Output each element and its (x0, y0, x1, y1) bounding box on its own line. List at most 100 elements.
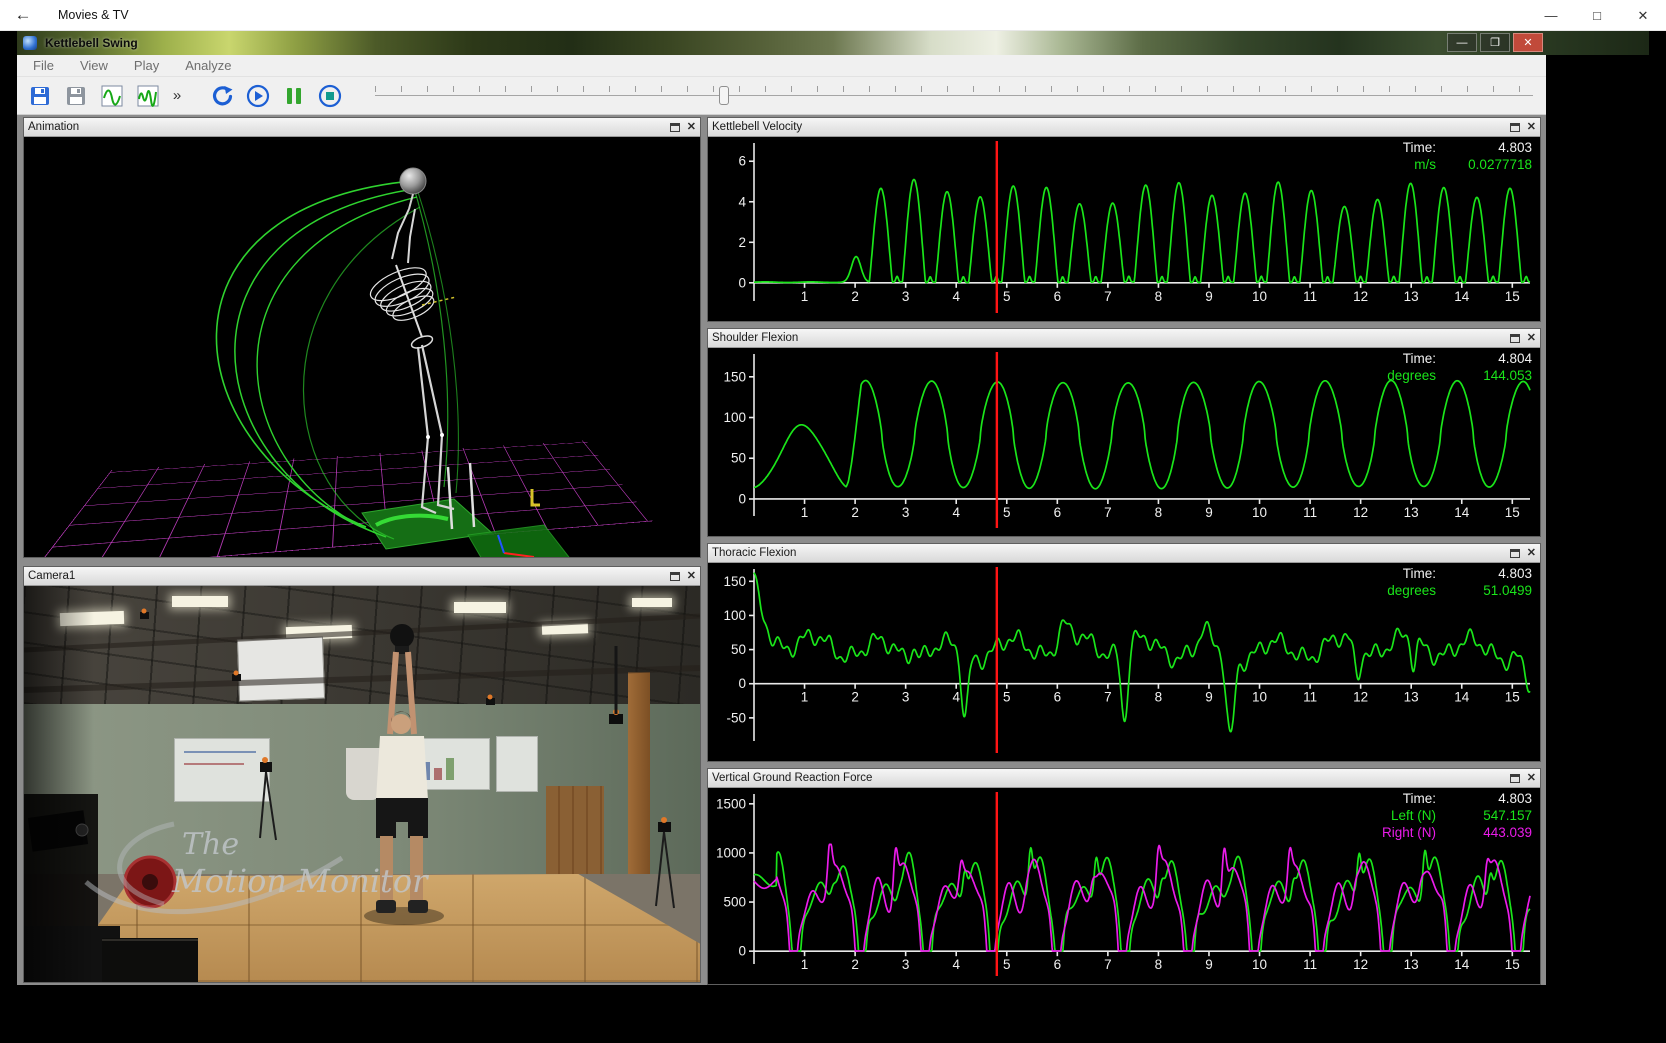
save-button[interactable] (25, 82, 55, 110)
x-tick-label: 8 (1155, 957, 1163, 972)
x-tick-label: 8 (1155, 690, 1163, 705)
timeline-track[interactable] (375, 95, 1533, 96)
chart-panel-titlebar[interactable]: Thoracic Flexion ✕ (708, 544, 1540, 563)
x-tick-label: 2 (851, 505, 859, 520)
chart-readout: Time:4.803m/s0.0277718 (1366, 139, 1532, 173)
y-tick-label: 6 (738, 154, 746, 169)
ceiling-beams (24, 616, 700, 690)
x-tick-label: 4 (952, 505, 960, 520)
outer-minimize-button[interactable]: — (1528, 0, 1574, 31)
app-titlebar[interactable]: Kettlebell Swing — ❐ ✕ (17, 31, 1546, 55)
animation-viewport[interactable] (24, 137, 700, 557)
close-panel-button[interactable]: ✕ (1527, 548, 1536, 559)
menu-analyze[interactable]: Analyze (185, 58, 231, 73)
x-tick-label: 7 (1104, 957, 1112, 972)
y-tick-label: 150 (723, 574, 746, 589)
timeline-thumb[interactable] (719, 86, 729, 105)
play-button[interactable] (243, 82, 273, 110)
camera-scene-overlay: The Motion Monitor (24, 586, 700, 982)
x-tick-label: 13 (1404, 289, 1419, 304)
x-tick-label: 7 (1104, 505, 1112, 520)
menu-play[interactable]: Play (134, 58, 159, 73)
undock-panel-button[interactable] (1510, 774, 1520, 783)
undock-panel-button[interactable] (1510, 334, 1520, 343)
undock-panel-button[interactable] (1510, 549, 1520, 558)
x-tick-label: 5 (1003, 690, 1011, 705)
waveform-analysis-button[interactable] (133, 82, 163, 110)
x-tick-label: 7 (1104, 690, 1112, 705)
waveform-view-button[interactable] (97, 82, 127, 110)
close-panel-button[interactable]: ✕ (1527, 333, 1536, 344)
back-button[interactable]: ← (0, 0, 46, 31)
x-tick-label: 11 (1303, 957, 1317, 972)
timeline-ticks (375, 86, 1533, 92)
close-panel-button[interactable]: ✕ (1527, 122, 1536, 133)
close-panel-button[interactable]: ✕ (1527, 773, 1536, 784)
x-tick-label: 1 (801, 690, 809, 705)
x-tick-label: 10 (1252, 505, 1267, 520)
save-icon (29, 85, 51, 107)
outer-maximize-button[interactable]: □ (1574, 0, 1620, 31)
readout-row: degrees144.053 (1366, 367, 1532, 384)
left-vignette (24, 586, 94, 982)
timeline-slider[interactable] (375, 86, 1533, 106)
x-tick-label: 4 (952, 289, 960, 304)
y-tick-label: 50 (731, 451, 746, 466)
y-tick-label: 0 (738, 944, 746, 959)
outer-close-button[interactable]: ✕ (1620, 0, 1666, 31)
reset-button[interactable] (207, 82, 237, 110)
y-tick-label: 150 (723, 369, 746, 384)
close-panel-button[interactable]: ✕ (687, 571, 696, 582)
close-panel-button[interactable]: ✕ (687, 122, 696, 133)
panel-animation: Animation ✕ (23, 117, 701, 558)
outer-titlebar: ← Movies & TV — □ ✕ (0, 0, 1666, 31)
stop-icon (318, 84, 342, 108)
readout-row: Time:4.804 (1366, 350, 1532, 367)
watermark-text-motion-monitor: Motion Monitor (171, 862, 429, 900)
export-button[interactable] (61, 82, 91, 110)
x-tick-label: 10 (1252, 957, 1267, 972)
x-tick-label: 6 (1054, 957, 1062, 972)
x-tick-label: 8 (1155, 289, 1163, 304)
chart-panel-titlebar[interactable]: Kettlebell Velocity ✕ (708, 118, 1540, 137)
x-tick-label: 4 (952, 957, 960, 972)
y-tick-label: -50 (726, 710, 746, 725)
menu-file[interactable]: File (33, 58, 54, 73)
panel-thoracic-flexion: Thoracic Flexion ✕ -50050100150123456789… (707, 543, 1541, 762)
x-tick-label: 11 (1303, 289, 1317, 304)
chart-panel-titlebar[interactable]: Vertical Ground Reaction Force ✕ (708, 769, 1540, 788)
animation-panel-titlebar[interactable]: Animation ✕ (24, 118, 700, 137)
pause-button[interactable] (279, 82, 309, 110)
x-tick-label: 8 (1155, 505, 1163, 520)
toolbar-overflow-button[interactable]: » (169, 87, 185, 104)
refresh-icon (210, 84, 234, 108)
x-tick-label: 3 (902, 690, 910, 705)
chart-panel-titlebar[interactable]: Shoulder Flexion ✕ (708, 329, 1540, 348)
pause-icon (282, 84, 306, 108)
y-tick-label: 100 (723, 608, 746, 623)
x-tick-label: 2 (851, 690, 859, 705)
chart-readout: Time:4.803Left (N)547.157Right (N)443.03… (1366, 790, 1532, 841)
x-tick-label: 9 (1205, 957, 1213, 972)
undock-panel-button[interactable] (670, 572, 680, 581)
x-tick-label: 9 (1205, 505, 1213, 520)
y-tick-label: 50 (731, 642, 746, 657)
app-minimize-button[interactable]: — (1447, 33, 1477, 52)
waveform-icon (101, 85, 123, 107)
chart-readout: Time:4.803degrees51.0499 (1366, 565, 1532, 599)
undock-panel-button[interactable] (1510, 123, 1520, 132)
app-close-button[interactable]: ✕ (1513, 33, 1543, 52)
panel-title: Kettlebell Velocity (712, 121, 1510, 133)
stop-button[interactable] (315, 82, 345, 110)
y-tick-label: 500 (723, 895, 746, 910)
outer-window-title: Movies & TV (58, 8, 129, 22)
y-tick-label: 0 (738, 676, 746, 691)
x-tick-label: 10 (1252, 690, 1267, 705)
menu-view[interactable]: View (80, 58, 108, 73)
camera-panel-titlebar[interactable]: Camera1 ✕ (24, 567, 700, 586)
x-tick-label: 12 (1353, 505, 1368, 520)
app-restore-button[interactable]: ❐ (1480, 33, 1510, 52)
x-tick-label: 2 (851, 957, 859, 972)
readout-row: Time:4.803 (1366, 565, 1532, 582)
undock-panel-button[interactable] (670, 123, 680, 132)
